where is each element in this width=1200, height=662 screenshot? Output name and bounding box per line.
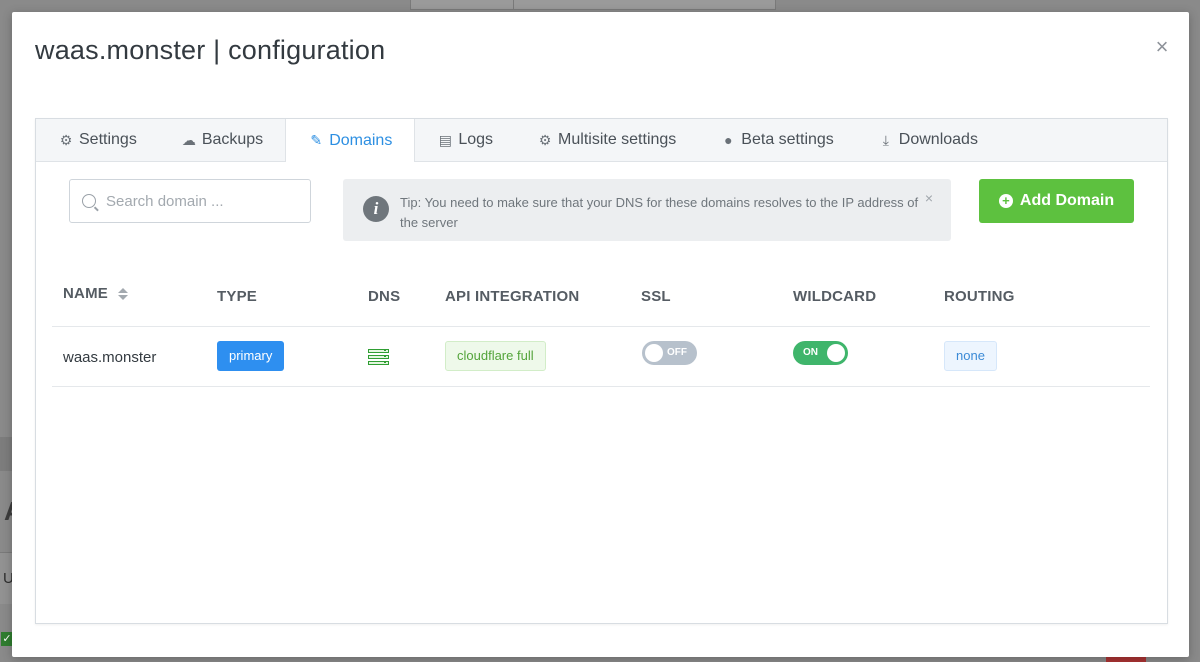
column-header-ssl: SSL	[641, 288, 671, 305]
dns-status	[368, 349, 389, 365]
tab-label: Backups	[201, 131, 264, 148]
tab-settings[interactable]: ⚙ Settings	[36, 119, 159, 161]
tab-domains[interactable]: ✎ Domains	[285, 119, 416, 162]
configuration-modal: waas.monster | configuration × ⚙ Setting…	[12, 12, 1189, 657]
sort-icon[interactable]	[118, 288, 129, 301]
api-integration-badge: cloudflare full	[445, 341, 546, 371]
column-header-dns: DNS	[368, 288, 401, 305]
background-toolbar	[410, 0, 776, 10]
tab-beta-settings[interactable]: ● Beta settings	[698, 119, 856, 161]
table-divider	[52, 326, 1150, 327]
add-domain-button[interactable]: + Add Domain	[979, 179, 1134, 223]
gear-icon: ⚙	[59, 131, 73, 148]
toggle-knob	[645, 344, 663, 362]
api-integration-label: cloudflare full	[445, 341, 546, 371]
tab-label: Logs	[458, 131, 494, 148]
plus-circle-icon: +	[998, 194, 1013, 208]
search-box	[69, 179, 311, 223]
search-icon	[82, 194, 96, 208]
routing-label: none	[944, 341, 997, 371]
ssl-toggle: OFF	[642, 341, 697, 365]
column-header-name[interactable]: NAME	[63, 285, 129, 302]
dns-tip-alert: i Tip: You need to make sure that your D…	[343, 179, 951, 241]
wildcard-toggle: ON	[793, 341, 848, 365]
download-icon: ⤓	[882, 131, 889, 148]
ssl-toggle-label: OFF	[667, 347, 687, 358]
domain-name: waas.monster	[63, 349, 157, 366]
column-header-routing: ROUTING	[944, 288, 1015, 305]
edit-icon: ✎	[310, 132, 323, 148]
column-header-type: TYPE	[217, 288, 257, 305]
tip-close-icon[interactable]: ×	[925, 190, 933, 206]
tab-bar: ⚙ Settings ☁ Backups ✎ Domains ▤ Logs ⚙ …	[36, 119, 1167, 162]
type-badge: primary	[217, 341, 285, 371]
close-icon[interactable]: ×	[1153, 36, 1171, 58]
tab-logs[interactable]: ▤ Logs	[415, 119, 515, 161]
document-icon: ▤	[438, 131, 452, 148]
ssl-toggle-switch[interactable]: OFF	[642, 341, 697, 365]
toggle-knob	[827, 344, 845, 362]
gear-icon: ⚙	[538, 131, 552, 148]
tab-label: Settings	[79, 131, 137, 148]
add-domain-label: Add Domain	[1019, 192, 1115, 209]
tab-multisite-settings[interactable]: ⚙ Multisite settings	[515, 119, 698, 161]
search-input[interactable]	[106, 192, 296, 210]
tab-label: Downloads	[898, 131, 978, 148]
table-divider	[52, 386, 1150, 387]
configuration-panel: ⚙ Settings ☁ Backups ✎ Domains ▤ Logs ⚙ …	[35, 118, 1168, 624]
tab-label: Multisite settings	[558, 131, 677, 148]
cloud-icon: ☁	[181, 131, 196, 148]
wildcard-toggle-label: ON	[803, 347, 818, 358]
background-button-fragment	[1106, 657, 1146, 662]
column-header-api-integration: API INTEGRATION	[445, 288, 580, 305]
wildcard-toggle-switch[interactable]: ON	[793, 341, 848, 365]
tab-downloads[interactable]: ⤓ Downloads	[856, 119, 1000, 161]
info-icon: i	[363, 196, 389, 222]
routing-badge: none	[944, 341, 997, 371]
alert-circle-icon: ●	[724, 132, 733, 148]
modal-title: waas.monster | configuration	[35, 35, 386, 65]
tip-text: Tip: You need to make sure that your DNS…	[400, 195, 919, 230]
type-label: primary	[217, 341, 285, 371]
column-header-wildcard: WILDCARD	[793, 288, 877, 305]
tab-label: Domains	[329, 131, 393, 149]
server-icon	[368, 349, 389, 365]
tab-label: Beta settings	[741, 131, 834, 148]
tab-backups[interactable]: ☁ Backups	[159, 119, 285, 161]
